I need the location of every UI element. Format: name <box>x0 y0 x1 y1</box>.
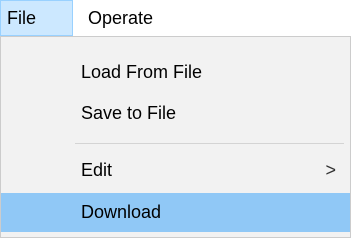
menu-item-label: Save to File <box>81 103 177 123</box>
menu-separator <box>75 143 344 144</box>
menu-item-label: Edit <box>81 160 113 180</box>
menu-item-edit[interactable]: Edit > <box>1 151 350 190</box>
menu-operate[interactable]: Operate <box>80 0 153 36</box>
menu-item-load-from-file[interactable]: Load From File <box>1 53 350 92</box>
file-dropdown-menu: Load From File Save to File Edit > Downl… <box>0 36 351 238</box>
chevron-right-icon: > <box>325 160 336 180</box>
menu-file[interactable]: File <box>0 0 73 36</box>
menu-item-label: Download <box>81 202 162 222</box>
menu-item-label: Load From File <box>81 62 203 82</box>
menu-bar: File Operate <box>0 0 353 36</box>
menu-item-save-to-file[interactable]: Save to File <box>1 94 350 133</box>
menu-item-download[interactable]: Download <box>1 193 350 232</box>
